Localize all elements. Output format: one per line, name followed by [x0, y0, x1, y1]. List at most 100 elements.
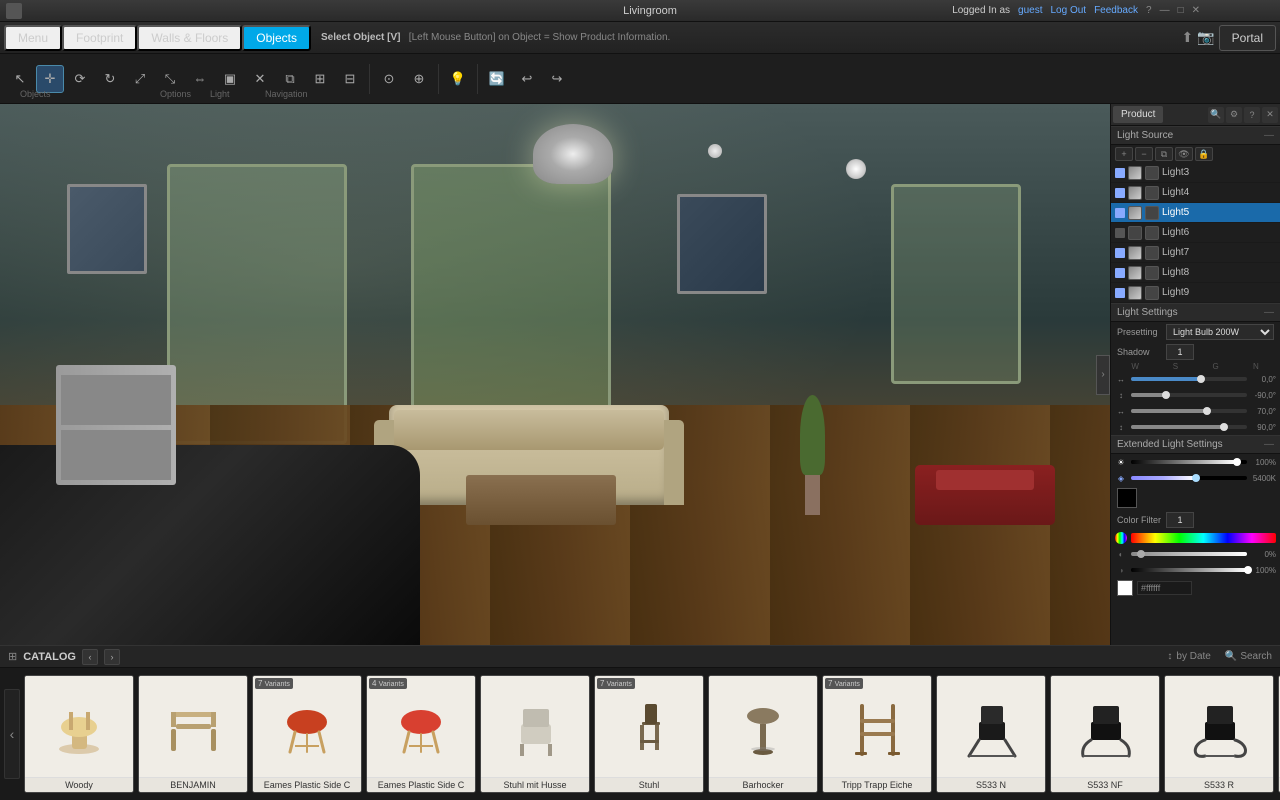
rotate-z-btn[interactable]: ⤢ [126, 65, 154, 93]
catalog-item-stuhl[interactable]: 7 Variants Stuhl [594, 675, 704, 793]
search-icon: 🔍 [1225, 651, 1237, 662]
light-settings-collapse[interactable]: — [1264, 307, 1274, 318]
s533nf-svg [1073, 694, 1138, 759]
catalog-item-s533r[interactable]: S533 R [1164, 675, 1274, 793]
option-2-btn[interactable]: ⊕ [405, 65, 433, 93]
product-tab[interactable]: Product [1113, 106, 1163, 123]
slider-s-track[interactable] [1131, 393, 1247, 397]
catalog-search[interactable]: 🔍 Search [1225, 651, 1272, 662]
light-item-8[interactable]: Light8 [1111, 263, 1280, 283]
nav-1-btn[interactable]: 🔄 [483, 65, 511, 93]
hex-input[interactable] [1137, 581, 1192, 595]
nav-3-btn[interactable]: ↪ [543, 65, 571, 93]
logged-in-label: Logged In as [952, 5, 1010, 16]
shadow-input[interactable] [1166, 344, 1194, 360]
panel-icon-3[interactable]: ? [1244, 107, 1260, 123]
light-btn[interactable]: 💡 [444, 65, 472, 93]
slider-w-track[interactable] [1131, 377, 1247, 381]
footprint-button[interactable]: Footprint [62, 25, 137, 51]
collapse-panel-btn[interactable]: › [1096, 355, 1110, 395]
light-item-4[interactable]: Light4 [1111, 183, 1280, 203]
panel-icon-close[interactable]: ✕ [1262, 107, 1278, 123]
logout-btn[interactable]: Log Out [1050, 5, 1086, 16]
light9-toggle[interactable] [1115, 288, 1125, 298]
white-value: 100% [1251, 566, 1276, 575]
catalog-item-stuhl-husse[interactable]: Stuhl mit Husse [480, 675, 590, 793]
maximize-btn[interactable]: □ [1178, 5, 1184, 16]
ls-eye-btn[interactable]: 👁 [1175, 147, 1193, 161]
catalog-item-s533n[interactable]: S533 N [936, 675, 1046, 793]
ls-add-btn[interactable]: + [1115, 147, 1133, 161]
light4-toggle[interactable] [1115, 188, 1125, 198]
viewport[interactable]: › [0, 104, 1110, 645]
light8-thumb [1128, 266, 1142, 280]
colortemp-value: 5400K [1251, 474, 1276, 483]
catalog-item-benjamin[interactable]: BENJAMIN [138, 675, 248, 793]
portal-button[interactable]: Portal [1219, 25, 1276, 51]
catalog-item-eames1[interactable]: 7 Variants Eames Plastic Side C [252, 675, 362, 793]
light-source-collapse[interactable]: — [1264, 130, 1274, 141]
minimize-btn[interactable]: — [1160, 5, 1170, 16]
catalog-item-s533nf[interactable]: S533 NF [1050, 675, 1160, 793]
slider-s-thumb [1162, 391, 1170, 399]
catalog-sort[interactable]: ↕ by Date [1167, 651, 1210, 662]
light-item-5[interactable]: Light5 [1111, 203, 1280, 223]
option-1-btn[interactable]: ⊙ [375, 65, 403, 93]
menubar: Menu Footprint Walls & Floors Objects Se… [0, 22, 1280, 54]
rainbow-track[interactable] [1131, 533, 1276, 543]
light7-toggle[interactable] [1115, 248, 1125, 258]
panel-icon-2[interactable]: ⚙ [1226, 107, 1242, 123]
light8-toggle[interactable] [1115, 268, 1125, 278]
barhocker-svg [731, 694, 796, 759]
rotate-x-btn[interactable]: ⟳ [66, 65, 94, 93]
objects-button[interactable]: Objects [242, 25, 311, 51]
panel-tab-icons: 🔍 ⚙ ? ✕ [1208, 106, 1278, 123]
color-square-black[interactable] [1117, 488, 1137, 508]
panel-icon-1[interactable]: 🔍 [1208, 107, 1224, 123]
catalog-item-tripp[interactable]: 7 Variants Tripp Trapp Eiche [822, 675, 932, 793]
slider-n-track[interactable] [1131, 425, 1247, 429]
menu-button[interactable]: Menu [4, 25, 62, 51]
eames1-image [253, 676, 361, 777]
ls-dup-btn[interactable]: ⧉ [1155, 147, 1173, 161]
s533r-svg [1187, 694, 1252, 759]
catalog-items: ‹ Woody [0, 668, 1280, 800]
camera-icon[interactable]: 📷 [1197, 29, 1214, 46]
color-preview-white[interactable] [1117, 580, 1133, 596]
catalog-next-folder[interactable]: › [104, 649, 120, 665]
catalog-item-woody[interactable]: Woody [24, 675, 134, 793]
align-btn[interactable]: ⊞ [306, 65, 334, 93]
catalog-item-eames2[interactable]: 4 Variants Eames Plastic Side C [366, 675, 476, 793]
search-label: Search [1240, 651, 1272, 662]
light6-toggle[interactable] [1115, 228, 1125, 238]
presetting-select[interactable]: Light Bulb 200W [1166, 324, 1274, 340]
share-icon[interactable]: ⬆ [1181, 29, 1193, 46]
light3-toggle[interactable] [1115, 168, 1125, 178]
nav-2-btn[interactable]: ↩ [513, 65, 541, 93]
slider-g-track[interactable] [1131, 409, 1247, 413]
saturation-track[interactable] [1131, 552, 1247, 556]
extended-light-collapse[interactable]: — [1264, 439, 1274, 450]
catalog-scroll-left[interactable]: ‹ [4, 689, 20, 779]
light-item-7[interactable]: Light7 [1111, 243, 1280, 263]
brightness-track[interactable] [1131, 460, 1247, 464]
wall-art-image [70, 187, 144, 271]
catalog-item-barhocker[interactable]: Barhocker [708, 675, 818, 793]
ls-remove-btn[interactable]: − [1135, 147, 1153, 161]
close-btn[interactable]: ✕ [1192, 5, 1200, 16]
saturation-thumb [1137, 550, 1145, 558]
color-filter-input[interactable] [1166, 512, 1194, 528]
walls-floors-button[interactable]: Walls & Floors [137, 25, 242, 51]
help-btn[interactable]: ? [1146, 5, 1152, 16]
snap-btn[interactable]: ⊟ [336, 65, 364, 93]
light-item-3[interactable]: Light3 [1111, 163, 1280, 183]
light-item-6[interactable]: Light6 [1111, 223, 1280, 243]
ls-lock-btn[interactable]: 🔒 [1195, 147, 1213, 161]
white-track[interactable] [1131, 568, 1247, 572]
rotate-y-btn[interactable]: ↻ [96, 65, 124, 93]
light5-toggle[interactable] [1115, 208, 1125, 218]
feedback-btn[interactable]: Feedback [1094, 5, 1138, 16]
catalog-prev-folder[interactable]: ‹ [82, 649, 98, 665]
colortemp-track[interactable] [1131, 476, 1247, 480]
light-item-9[interactable]: Light9 [1111, 283, 1280, 303]
